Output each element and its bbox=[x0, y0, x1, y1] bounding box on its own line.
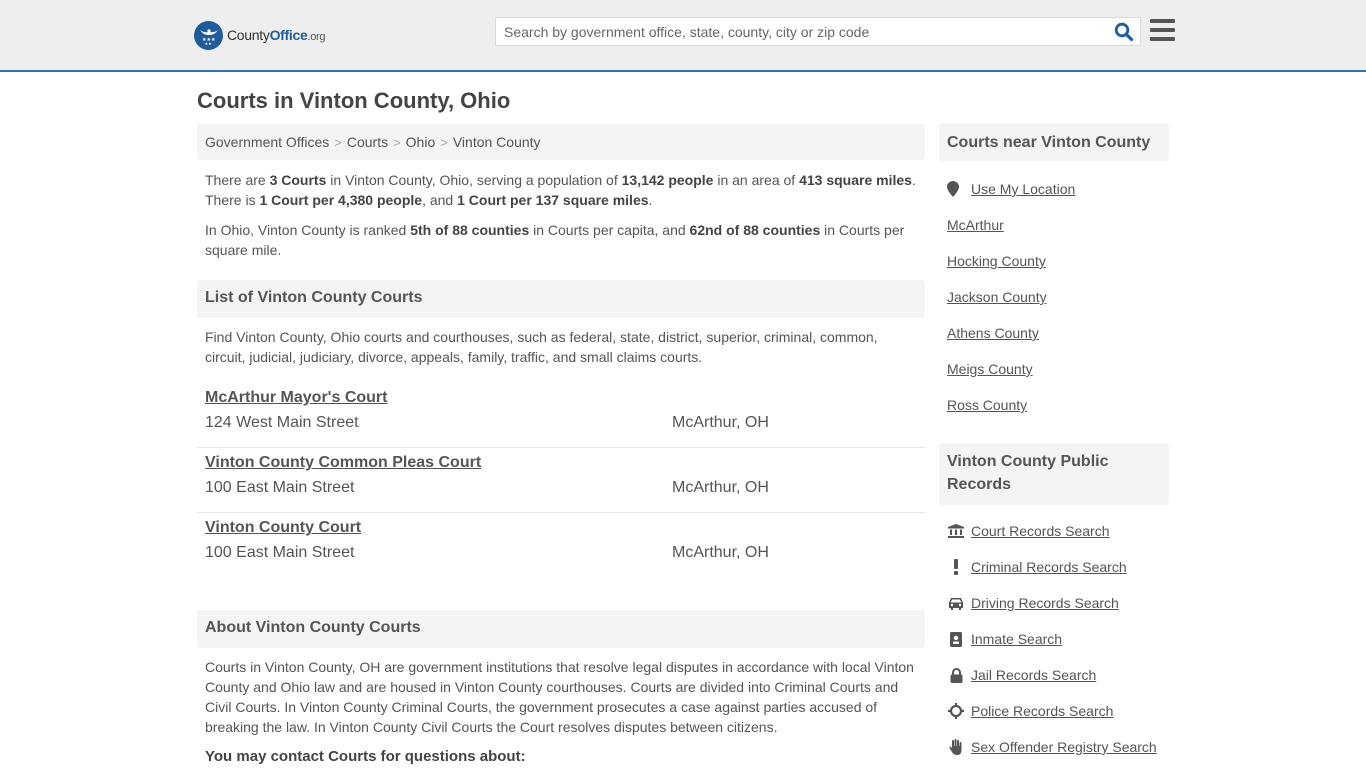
court-name-link[interactable]: Vinton County Common Pleas Court bbox=[205, 454, 481, 472]
court-records-search-link[interactable]: Court Records Search bbox=[971, 523, 1110, 539]
court-city: McArthur, OH bbox=[672, 479, 769, 496]
hand-icon bbox=[947, 739, 965, 755]
search-icon bbox=[1114, 22, 1134, 42]
court-name-link[interactable]: Vinton County Court bbox=[205, 519, 361, 537]
exclamation-icon bbox=[947, 559, 965, 575]
jail-records-search-link[interactable]: Jail Records Search bbox=[971, 667, 1096, 683]
records-item: Criminal Records Search bbox=[939, 549, 1169, 585]
nearby-link-mcarthur[interactable]: McArthur bbox=[947, 217, 1004, 233]
nearby-item: Ross County bbox=[939, 387, 1169, 423]
breadcrumb-courts[interactable]: Courts bbox=[347, 134, 388, 150]
nearby-item: Meigs County bbox=[939, 351, 1169, 387]
court-address: 100 East Main Street bbox=[205, 544, 355, 561]
list-intro: Find Vinton County, Ohio courts and cour… bbox=[205, 329, 878, 365]
crosshairs-icon bbox=[947, 703, 965, 719]
nearby-link-athens-county[interactable]: Athens County bbox=[947, 325, 1039, 341]
police-records-search-link[interactable]: Police Records Search bbox=[971, 703, 1113, 719]
hamburger-menu-button[interactable] bbox=[1150, 19, 1175, 41]
records-item: Inmate Search bbox=[939, 621, 1169, 657]
public-records-heading: Vinton County Public Records bbox=[939, 443, 1169, 505]
criminal-records-search-link[interactable]: Criminal Records Search bbox=[971, 559, 1127, 575]
court-city: McArthur, OH bbox=[672, 414, 769, 431]
breadcrumb-vinton-county[interactable]: Vinton County bbox=[453, 134, 541, 150]
menu-bar-icon bbox=[1150, 37, 1175, 41]
court-list-item: Vinton County Court 100 East Main Street… bbox=[197, 513, 925, 578]
courthouse-icon bbox=[947, 523, 965, 539]
car-icon bbox=[947, 595, 965, 611]
logo-text: CountyOffice.org bbox=[227, 27, 326, 43]
main-content: Government Offices > Courts > Ohio > Vinton Co… bbox=[197, 124, 925, 767]
breadcrumb-separator: > bbox=[440, 135, 448, 150]
court-list-item: Vinton County Common Pleas Court 100 Eas… bbox=[197, 448, 925, 513]
nearby-item: Athens County bbox=[939, 315, 1169, 351]
site-logo[interactable]: ★★★ ★★ CountyOffice.org bbox=[194, 20, 326, 50]
svg-text:★★: ★★ bbox=[204, 41, 212, 46]
search-input[interactable] bbox=[496, 18, 1096, 45]
nearby-link-meigs-county[interactable]: Meigs County bbox=[947, 361, 1033, 377]
breadcrumb-government-offices[interactable]: Government Offices bbox=[205, 134, 329, 150]
nearby-item: McArthur bbox=[939, 207, 1169, 243]
records-item: Driving Records Search bbox=[939, 585, 1169, 621]
nearby-link-ross-county[interactable]: Ross County bbox=[947, 397, 1027, 413]
search-bar bbox=[495, 17, 1141, 46]
nearby-heading: Courts near Vinton County bbox=[939, 123, 1169, 161]
breadcrumb: Government Offices > Courts > Ohio > Vinton Co… bbox=[197, 124, 925, 160]
about-body: Courts in Vinton County, OH are governme… bbox=[205, 659, 914, 735]
court-city: McArthur, OH bbox=[672, 544, 769, 561]
court-name-link[interactable]: McArthur Mayor's Court bbox=[205, 389, 387, 407]
summary-paragraph: There are 3 Courts in Vinton County, Ohi… bbox=[205, 172, 916, 208]
use-my-location-link[interactable]: Use My Location bbox=[971, 181, 1075, 197]
page-title: Courts in Vinton County, Ohio bbox=[197, 88, 511, 113]
site-header: ★★★ ★★ CountyOffice.org bbox=[0, 0, 1366, 72]
records-item: Sex Offender Registry Search bbox=[939, 729, 1169, 765]
court-list: McArthur Mayor's Court 124 West Main Str… bbox=[197, 383, 925, 578]
nearby-link-jackson-county[interactable]: Jackson County bbox=[947, 289, 1047, 305]
court-address: 124 West Main Street bbox=[205, 414, 359, 431]
court-list-item: McArthur Mayor's Court 124 West Main Str… bbox=[197, 383, 925, 448]
public-records-list: Court Records Search Criminal Records Se… bbox=[939, 513, 1169, 765]
lock-icon bbox=[947, 667, 965, 683]
menu-bar-icon bbox=[1150, 19, 1175, 23]
records-item: Court Records Search bbox=[939, 513, 1169, 549]
nearby-link-hocking-county[interactable]: Hocking County bbox=[947, 253, 1046, 269]
records-item: Jail Records Search bbox=[939, 657, 1169, 693]
id-badge-icon bbox=[947, 631, 965, 647]
inmate-search-link[interactable]: Inmate Search bbox=[971, 631, 1062, 647]
nearby-item: Jackson County bbox=[939, 279, 1169, 315]
records-item: Police Records Search bbox=[939, 693, 1169, 729]
menu-bar-icon bbox=[1150, 28, 1175, 32]
contact-heading: You may contact Courts for questions abo… bbox=[205, 748, 526, 765]
list-section-heading: List of Vinton County Courts bbox=[197, 280, 925, 318]
driving-records-search-link[interactable]: Driving Records Search bbox=[971, 595, 1119, 611]
ranking-paragraph: In Ohio, Vinton County is ranked 5th of … bbox=[205, 222, 905, 258]
nearby-list: Use My Location McArthur Hocking County … bbox=[939, 171, 1169, 423]
breadcrumb-separator: > bbox=[334, 135, 342, 150]
logo-eagle-icon: ★★★ ★★ bbox=[194, 20, 223, 50]
breadcrumb-separator: > bbox=[393, 135, 401, 150]
breadcrumb-ohio[interactable]: Ohio bbox=[406, 134, 436, 150]
sidebar: Courts near Vinton County Use My Locatio… bbox=[939, 123, 1169, 765]
search-button[interactable] bbox=[1114, 22, 1134, 42]
use-my-location-item: Use My Location bbox=[939, 171, 1169, 207]
map-marker-icon bbox=[947, 181, 965, 197]
sex-offender-registry-search-link[interactable]: Sex Offender Registry Search bbox=[971, 739, 1157, 755]
nearby-item: Hocking County bbox=[939, 243, 1169, 279]
court-address: 100 East Main Street bbox=[205, 479, 355, 496]
about-section-heading: About Vinton County Courts bbox=[197, 610, 925, 648]
